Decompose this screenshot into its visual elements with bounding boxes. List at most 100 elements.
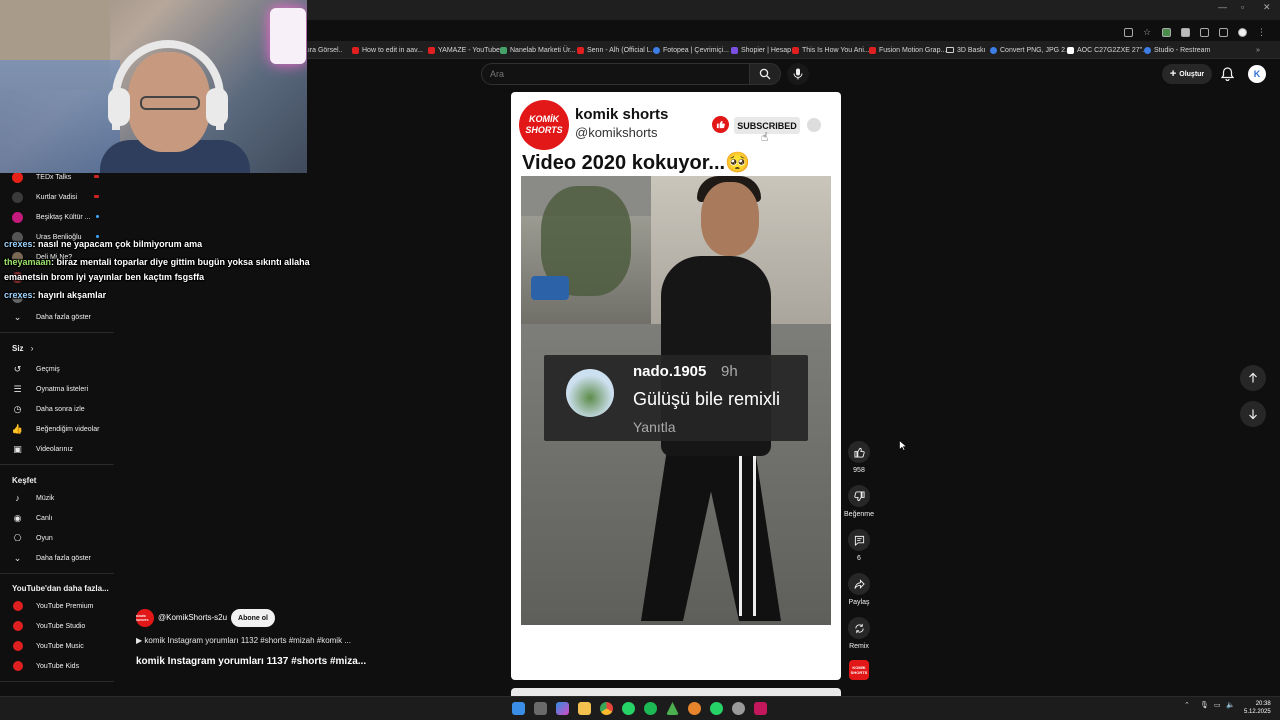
sidebar-item-label: Müzik xyxy=(36,494,55,502)
video-title[interactable]: komik Instagram yorumları 1137 #shorts #… xyxy=(136,656,366,667)
account-avatar[interactable]: K xyxy=(1248,65,1266,83)
obs-icon[interactable] xyxy=(732,702,745,715)
new-content-dot-icon xyxy=(96,235,99,238)
bookmark-item[interactable]: Senn - Alh (Official L... xyxy=(577,44,657,56)
spotify-icon[interactable] xyxy=(644,702,657,715)
bookmark-item[interactable]: Convert PNG, JPG 2... xyxy=(990,44,1071,56)
maximize-icon[interactable]: ▫ xyxy=(1241,2,1244,12)
bookmark-item[interactable]: Studio - Restream xyxy=(1144,44,1210,56)
share-icon xyxy=(848,573,870,595)
site-icon xyxy=(1067,46,1074,54)
comment-reply-label: Yanıtla xyxy=(633,419,676,435)
sidebar-item-label: Oynatma listeleri xyxy=(36,385,89,393)
bookmark-label: YAMAZE - YouTube xyxy=(438,46,500,54)
bookmark-item[interactable]: Nanelab Marketi Ür... xyxy=(500,44,576,56)
channel-handle-link[interactable]: @KomikShorts-s2u xyxy=(158,613,227,622)
ring-light xyxy=(270,8,306,64)
search-app-icon[interactable] xyxy=(688,702,701,715)
whatsapp-icon[interactable] xyxy=(710,702,723,715)
install-icon[interactable] xyxy=(1124,27,1133,37)
extensions-puzzle-icon[interactable] xyxy=(1200,27,1209,37)
site-icon xyxy=(1144,46,1151,54)
youtube-kids-icon xyxy=(12,661,23,672)
previous-short-button[interactable] xyxy=(1240,365,1266,391)
remix-button[interactable]: Remix xyxy=(843,617,875,650)
close-icon[interactable]: ✕ xyxy=(1263,2,1271,13)
network-icon[interactable]: ▭ xyxy=(1214,701,1221,709)
bookmark-label: Nanelab Marketi Ür... xyxy=(510,46,576,54)
shorts-video-player[interactable]: KOMİK SHORTS komik shorts @komikshorts S… xyxy=(511,92,841,680)
channel-thumbnail-button[interactable]: KOMİK SHORTS xyxy=(849,660,869,680)
share-label: Paylaş xyxy=(848,599,870,606)
microphone-tray-icon[interactable]: 🎙 xyxy=(1200,701,1209,709)
search-input[interactable] xyxy=(482,64,749,84)
section-you[interactable]: Siz › xyxy=(12,344,33,353)
sidebar-item-label: Daha fazla göster xyxy=(36,313,91,321)
minimize-icon[interactable]: — xyxy=(1218,2,1227,12)
copilot-icon[interactable] xyxy=(556,702,569,715)
bookmark-item[interactable]: YAMAZE - YouTube xyxy=(428,44,500,56)
youtube-icon xyxy=(792,46,799,54)
profile-icon[interactable] xyxy=(1238,27,1247,37)
start-icon[interactable] xyxy=(512,702,525,715)
comments-button[interactable]: 6 xyxy=(843,529,875,562)
like-button[interactable]: 958 xyxy=(843,441,875,474)
next-short-preview[interactable] xyxy=(511,688,841,696)
create-button[interactable]: + Oluştur xyxy=(1162,64,1212,84)
app-icon[interactable] xyxy=(754,702,767,715)
section-title: Siz xyxy=(12,344,24,353)
subscribe-button[interactable]: Abone ol xyxy=(231,609,275,627)
commenter-avatar xyxy=(566,369,614,417)
task-view-icon[interactable] xyxy=(534,702,547,715)
comment-username: nado.1905 xyxy=(633,363,707,380)
bookmark-label: ...ıra Görsel.. xyxy=(302,46,343,54)
chat-message: theyamaan: biraz mentali toparlar diye g… xyxy=(4,257,310,267)
chat-message: emanetsin brom iyi yayınlar ben kaçtım f… xyxy=(4,272,204,282)
bookmarks-overflow-icon[interactable]: » xyxy=(1256,44,1260,56)
channel-logo-text: KOMİK xyxy=(529,114,559,124)
dislike-button[interactable]: Beğenme xyxy=(843,485,875,518)
sidebar-divider xyxy=(0,681,114,682)
system-clock[interactable]: 20:38 5.12.2025 xyxy=(1244,700,1271,716)
section-title: Keşfet xyxy=(12,476,37,485)
chrome-icon[interactable] xyxy=(600,702,613,715)
media-icon[interactable] xyxy=(1219,27,1228,37)
bookmark-item[interactable]: 3D Baskı xyxy=(946,44,985,56)
tray-overflow-icon[interactable]: ⌃ xyxy=(1184,701,1190,709)
volume-icon[interactable]: 🔈 xyxy=(1226,701,1235,709)
playlists-icon: ☰ xyxy=(13,383,22,394)
menu-icon[interactable]: ⋮ xyxy=(1257,27,1266,37)
clock-date: 5.12.2025 xyxy=(1244,709,1271,715)
sidebar-item-label: Oyun xyxy=(36,534,53,542)
bookmark-item[interactable]: Shopier | Hesap xyxy=(731,44,791,56)
chevron-down-icon: ⌄ xyxy=(13,552,22,563)
channel-avatar-icon xyxy=(12,211,23,223)
next-short-button[interactable] xyxy=(1240,401,1266,427)
extension-icon[interactable] xyxy=(1181,27,1190,37)
voice-search-button[interactable] xyxy=(787,63,809,85)
bookmark-item[interactable]: Fusion Motion Grap... xyxy=(869,44,946,56)
phone-link-icon[interactable] xyxy=(622,702,635,715)
bookmark-item[interactable]: AOC C27G2ZXE 27"... xyxy=(1067,44,1148,56)
bookmark-label: Fotopea | Çevrimiçi... xyxy=(663,46,730,54)
channel-avatar-text: KOMİK SHORTS xyxy=(136,614,149,622)
sidebar-divider xyxy=(0,573,114,574)
channel-avatar[interactable]: KOMİK SHORTS xyxy=(136,609,154,627)
bookmark-item[interactable]: This Is How You Ani... xyxy=(792,44,870,56)
youtube-icon xyxy=(869,46,876,54)
bookmark-item[interactable]: How to edit in aav... xyxy=(352,44,423,56)
app-icon[interactable] xyxy=(666,702,679,715)
chat-message: crexes: nasıl ne yapacam çok bilmiyorum … xyxy=(4,239,202,249)
share-button[interactable]: Paylaş xyxy=(843,573,875,606)
search-button[interactable] xyxy=(749,63,781,85)
extension-icon[interactable] xyxy=(1162,27,1171,37)
file-explorer-icon[interactable] xyxy=(578,702,591,715)
bookmark-item[interactable]: Fotopea | Çevrimiçi... xyxy=(653,44,729,56)
bookmark-label: Shopier | Hesap xyxy=(741,46,792,54)
sidebar-item-label: Canlı xyxy=(36,514,53,522)
notifications-button[interactable] xyxy=(1220,67,1235,84)
bookmark-star-icon[interactable]: ☆ xyxy=(1143,27,1152,37)
video-description[interactable]: ▶ komik Instagram yorumları 1132 #shorts… xyxy=(136,636,351,645)
bookmark-item[interactable]: ...ıra Görsel.. xyxy=(302,44,342,56)
sidebar-divider xyxy=(0,464,114,465)
